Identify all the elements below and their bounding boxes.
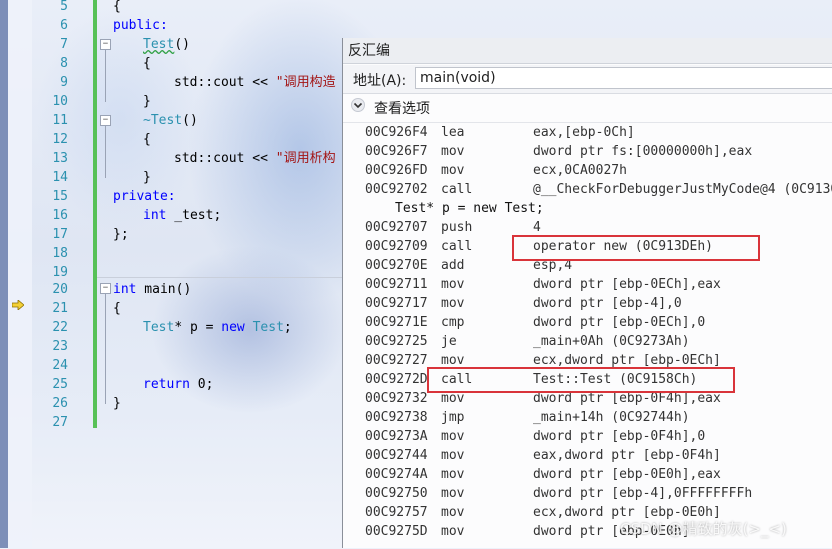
code-line: } — [113, 396, 121, 411]
code-line: Test* p = new Test; — [143, 320, 292, 335]
code-line: private: — [113, 189, 176, 204]
code-line: } — [143, 170, 151, 185]
line-number: 14 — [52, 170, 68, 185]
line-number: 5 — [60, 0, 68, 14]
code-line: int main() — [113, 282, 192, 297]
code-line: { — [143, 132, 151, 147]
line-number: 9 — [60, 75, 68, 90]
function-separator — [97, 277, 343, 278]
disassembly-listing[interactable]: 00C926F4 lea eax,[ebp-0Ch] 00C926F7 mov dwor… — [343, 122, 832, 549]
disassembly-title[interactable]: 反汇编 — [343, 38, 832, 64]
code-line: public: — [113, 18, 168, 33]
highlight-constructor-call — [427, 367, 735, 393]
line-number: 6 — [60, 18, 68, 33]
code-line: int _test; — [143, 208, 222, 223]
fold-toggle-icon[interactable]: − — [100, 39, 111, 50]
line-number: 10 — [52, 94, 68, 109]
line-number: 27 — [52, 415, 68, 430]
destructor-name: ~Test — [143, 113, 183, 128]
fold-toggle-icon[interactable]: − — [100, 115, 111, 126]
code-line: std::cout << "调用构造 — [174, 75, 336, 90]
fold-guide — [105, 126, 106, 178]
line-number: 18 — [52, 246, 68, 261]
address-label: 地址(A): — [353, 73, 407, 89]
line-number: 23 — [52, 339, 68, 354]
line-number: 15 — [52, 189, 68, 204]
fold-toggle-icon[interactable]: − — [100, 283, 111, 294]
disassembly-window: 反汇编 地址(A): main(void) 查看选项 00C926F4 lea ea… — [342, 38, 832, 548]
code-line: } — [143, 94, 151, 109]
code-line: ~Test() — [143, 113, 198, 128]
line-number: 12 — [52, 132, 68, 147]
fold-guide — [105, 50, 106, 102]
code-line: { — [113, 0, 121, 14]
line-number-column: 5 6 7 8 9 10 11 12 13 14 15 16 17 18 19 … — [32, 0, 70, 548]
line-number: 8 — [60, 56, 68, 71]
line-number: 13 — [52, 151, 68, 166]
code-line: Test() — [143, 37, 190, 52]
current-statement-arrow-icon — [12, 300, 24, 310]
breakpoint-gutter[interactable] — [8, 0, 32, 548]
change-tracking-bar — [93, 0, 97, 428]
line-number: 21 — [52, 301, 68, 316]
code-line: { — [113, 301, 121, 316]
chevron-down-icon[interactable] — [351, 98, 365, 112]
line-number: 16 — [52, 208, 68, 223]
watermark: CSDN @精致的灰(>_<) — [620, 520, 787, 538]
code-line: { — [143, 56, 151, 71]
constructor-name: Test — [143, 37, 175, 52]
line-number: 11 — [52, 113, 68, 128]
code-line: return 0; — [143, 377, 214, 392]
view-options-toggle[interactable]: 查看选项 — [343, 95, 832, 119]
source-line: Test* p = new Test; — [395, 201, 544, 216]
address-bar: 地址(A): main(void) — [343, 65, 832, 94]
line-number: 24 — [52, 358, 68, 373]
line-number: 22 — [52, 320, 68, 335]
highlight-operator-new — [512, 235, 760, 261]
editor-left-strip — [0, 0, 8, 548]
address-input[interactable]: main(void) — [415, 67, 832, 89]
code-line: }; — [113, 227, 129, 242]
code-line: std::cout << "调用析构 — [174, 151, 336, 166]
line-number: 20 — [52, 282, 68, 297]
line-number: 26 — [52, 396, 68, 411]
line-number: 17 — [52, 227, 68, 242]
view-options-label: 查看选项 — [374, 101, 430, 117]
line-number: 7 — [60, 37, 68, 52]
fold-guide — [105, 294, 106, 404]
line-number: 25 — [52, 377, 68, 392]
